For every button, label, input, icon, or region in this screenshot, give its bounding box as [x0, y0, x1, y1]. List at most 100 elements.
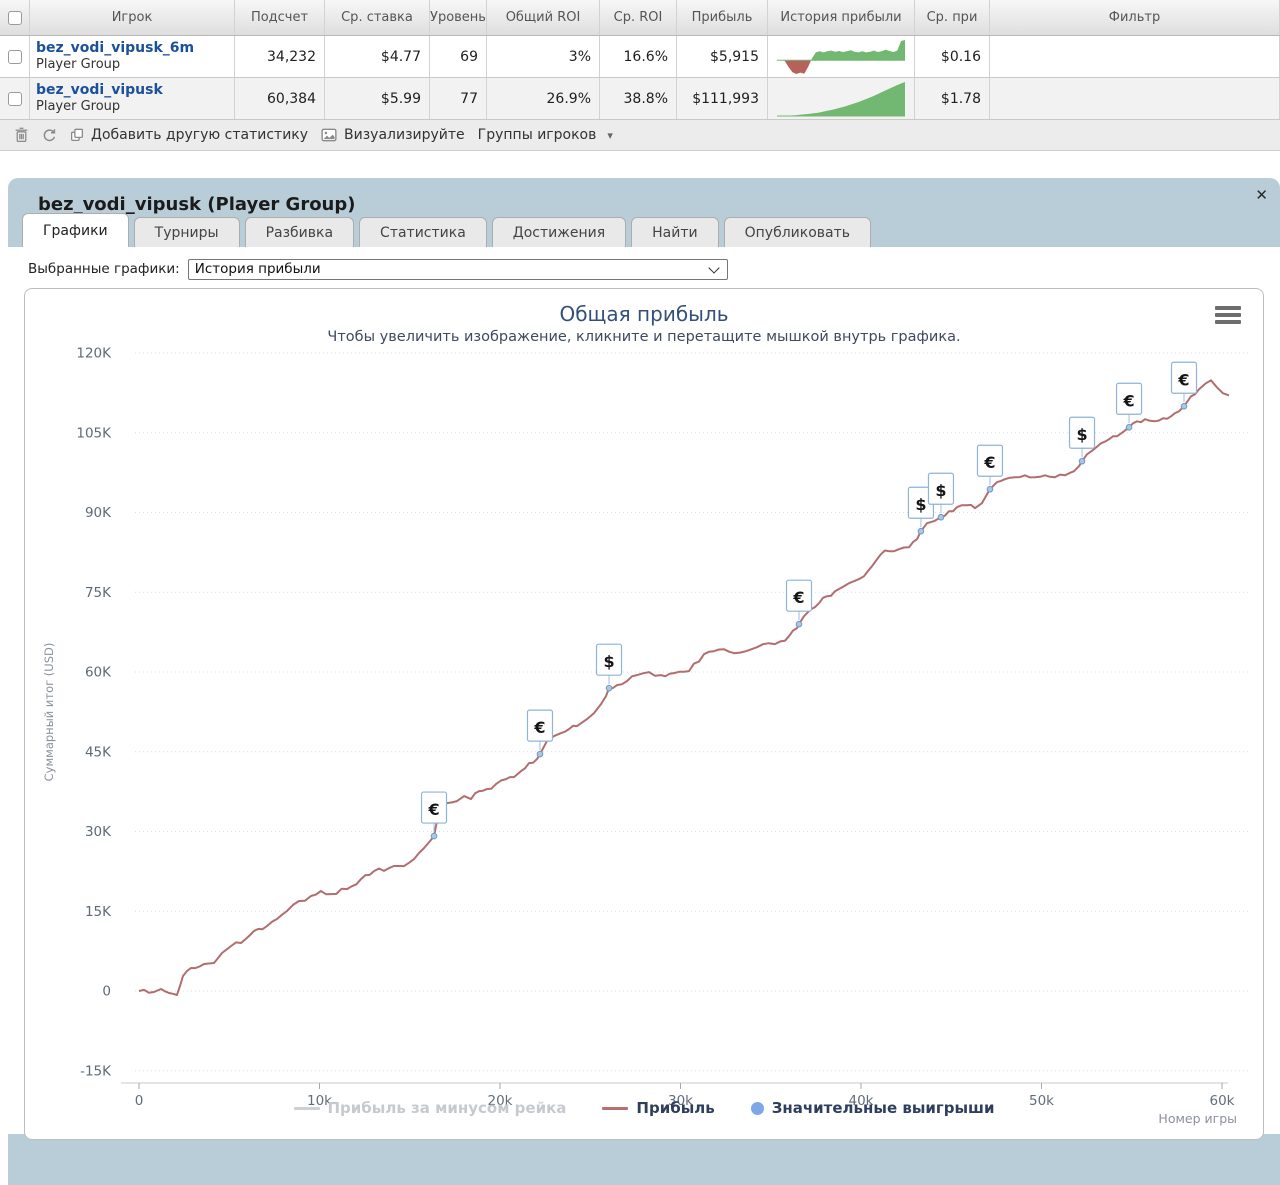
svg-text:€: €: [1177, 370, 1189, 389]
chart-legend: Прибыль за минусом рейка Прибыль Значите…: [25, 1099, 1263, 1117]
copy-icon: [70, 128, 84, 142]
col-avg-roi[interactable]: Ср. ROI: [600, 0, 677, 35]
svg-text:0: 0: [102, 984, 111, 1000]
svg-text:105K: 105K: [76, 425, 112, 441]
svg-text:$: $: [935, 481, 946, 500]
line-swatch-icon: [293, 1106, 320, 1110]
cell-avg-stake: $4.77: [325, 36, 430, 77]
col-filter[interactable]: Фильтр: [990, 0, 1280, 35]
legend-item-rake-adjusted[interactable]: Прибыль за минусом рейка: [293, 1099, 566, 1117]
cell-avg-prize: $1.78: [915, 78, 990, 119]
tab-achievements[interactable]: Достижения: [491, 217, 627, 247]
tab-find[interactable]: Найти: [631, 217, 719, 247]
significant-win-markers[interactable]: € € $ € $ $ € $ € €: [420, 361, 1198, 840]
profit-history-sparkline: [777, 81, 905, 116]
add-stat-button[interactable]: Добавить другую статистику: [70, 127, 308, 143]
cell-avg-prize: $0.16: [915, 36, 990, 77]
col-count[interactable]: Подсчет: [235, 0, 325, 35]
svg-text:€: €: [983, 453, 995, 472]
tab-graphs[interactable]: Графики: [22, 213, 129, 247]
panel-title: bez_vodi_vipusk (Player Group): [38, 194, 356, 215]
cell-profit: $111,993: [677, 78, 768, 119]
player-type: Player Group: [36, 57, 121, 72]
select-all-checkbox[interactable]: [7, 10, 22, 25]
col-profit-history[interactable]: История прибыли: [768, 0, 915, 35]
svg-text:45K: 45K: [85, 744, 112, 760]
table-toolbar: Добавить другую статистику Визуализируйт…: [0, 120, 1280, 151]
legend-item-profit[interactable]: Прибыль: [602, 1099, 715, 1117]
cell-avg-stake: $5.99: [325, 78, 430, 119]
graph-select[interactable]: История прибыли: [187, 258, 728, 280]
chevron-down-icon: ▾: [607, 128, 613, 142]
legend-item-significant-wins[interactable]: Значительные выигрыши: [750, 1099, 995, 1117]
cell-count: 60,384: [235, 78, 325, 119]
row-checkbox[interactable]: [7, 91, 22, 106]
row-checkbox[interactable]: [7, 49, 22, 64]
tab-tournaments[interactable]: Турниры: [133, 217, 240, 247]
close-icon[interactable]: ✕: [1255, 186, 1268, 204]
refresh-icon[interactable]: [42, 128, 57, 143]
col-level[interactable]: Уровень: [430, 0, 487, 35]
cell-sparkline: [768, 36, 915, 77]
tab-statistics[interactable]: Статистика: [359, 217, 487, 247]
player-table: Игрок Подсчет Ср. ставка Уровень Общий R…: [0, 0, 1280, 151]
graph-select-value: История прибыли: [194, 261, 321, 277]
svg-text:$: $: [1076, 425, 1087, 444]
hamburger-menu-icon[interactable]: [1215, 306, 1241, 324]
y-axis-title: Суммарный итог (USD): [42, 642, 56, 782]
table-row: bez_vodi_vipusk Player Group 60,384 $5.9…: [0, 78, 1280, 120]
svg-text:75K: 75K: [85, 585, 112, 601]
dot-swatch-icon: [750, 1101, 764, 1115]
player-link[interactable]: bez_vodi_vipusk: [36, 82, 163, 99]
col-total-roi[interactable]: Общий ROI: [487, 0, 600, 35]
svg-text:-15K: -15K: [80, 1063, 112, 1079]
svg-text:$: $: [603, 652, 614, 671]
tab-breakdown[interactable]: Разбивка: [244, 217, 355, 247]
svg-text:120K: 120K: [76, 346, 112, 362]
cell-level: 77: [430, 78, 487, 119]
cell-filter: [990, 78, 1280, 119]
cell-avg-roi: 16.6%: [600, 36, 677, 77]
axis-labels: 120K105K90K75K60K45K30K15K0-15K0 10k 20k 30…: [76, 346, 1234, 1110]
chart-title: Общая прибыль: [559, 302, 729, 326]
cell-filter: [990, 36, 1280, 77]
add-stat-label: Добавить другую статистику: [91, 127, 309, 143]
player-groups-dropdown[interactable]: Группы игроков ▾: [478, 127, 613, 143]
visualize-label: Визуализируйте: [344, 127, 465, 143]
col-avg-prize[interactable]: Ср. при: [915, 0, 990, 35]
player-type: Player Group: [36, 99, 121, 114]
player-group-panel: ✕ bez_vodi_vipusk (Player Group) Графики…: [8, 178, 1280, 1185]
svg-text:€: €: [792, 588, 804, 607]
profit-line: [138, 379, 1230, 996]
panel-tabs: Графики Турниры Разбивка Статистика Дост…: [8, 213, 1280, 247]
cell-sparkline: [768, 78, 915, 119]
image-icon: [321, 128, 337, 142]
cell-count: 34,232: [235, 36, 325, 77]
svg-text:€: €: [533, 718, 545, 737]
profit-chart-panel: Общая прибыль Чтобы увеличить изображени…: [24, 288, 1264, 1140]
col-player[interactable]: Игрок: [30, 0, 235, 35]
svg-text:$: $: [915, 495, 926, 514]
svg-text:90K: 90K: [85, 505, 112, 521]
selected-graphs-label: Выбранные графики:: [28, 261, 180, 277]
cell-level: 69: [430, 36, 487, 77]
tab-publish[interactable]: Опубликовать: [723, 217, 872, 247]
player-groups-label: Группы игроков: [477, 127, 597, 143]
profit-chart-svg[interactable]: 120K105K90K75K60K45K30K15K0-15K0 10k 20k 30…: [25, 289, 1271, 1139]
line-swatch-icon: [602, 1106, 629, 1110]
player-link[interactable]: bez_vodi_vipusk_6m: [36, 40, 194, 57]
col-avg-stake[interactable]: Ср. ставка: [325, 0, 430, 35]
col-profit[interactable]: Прибыль: [677, 0, 768, 35]
chevron-down-icon: [708, 261, 720, 274]
svg-text:30K: 30K: [85, 824, 112, 840]
cell-total-roi: 26.9%: [487, 78, 600, 119]
table-row: bez_vodi_vipusk_6m Player Group 34,232 $…: [0, 36, 1280, 78]
table-header-row: Игрок Подсчет Ср. ставка Уровень Общий R…: [0, 0, 1280, 36]
trash-icon[interactable]: [14, 127, 29, 143]
profit-history-sparkline: [777, 39, 905, 74]
panel-content: Выбранные графики: История прибыли Общая…: [8, 247, 1280, 1140]
svg-text:15K: 15K: [85, 904, 112, 920]
visualize-button[interactable]: Визуализируйте: [321, 127, 465, 143]
cell-total-roi: 3%: [487, 36, 600, 77]
header-checkbox-cell: [0, 0, 30, 35]
